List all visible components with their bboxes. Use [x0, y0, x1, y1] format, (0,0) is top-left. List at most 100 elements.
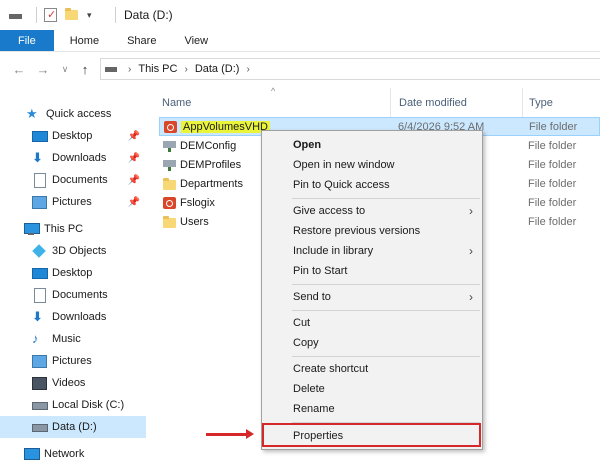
documents-icon: [32, 173, 46, 188]
sidebar-item-label: Music: [52, 333, 81, 345]
drive-icon: [105, 66, 117, 72]
menu-item-create-shortcut[interactable]: Create shortcut: [263, 359, 481, 379]
menu-item-label: Give access to: [293, 205, 366, 217]
menu-item-pin-start[interactable]: Pin to Start: [263, 261, 481, 281]
sidebar-item-network[interactable]: Network: [0, 443, 146, 465]
customize-toolbar-icon[interactable]: ▾: [87, 7, 103, 23]
sidebar-item-pictures[interactable]: Pictures: [0, 350, 146, 372]
desktop-icon: [32, 129, 48, 143]
red-arrow-icon: [206, 429, 254, 439]
column-header-name[interactable]: Name: [162, 92, 191, 114]
column-divider[interactable]: [390, 88, 391, 118]
tab-file[interactable]: File: [0, 30, 54, 51]
sidebar-item-data-d[interactable]: Data (D:): [0, 416, 146, 438]
menu-item-cut[interactable]: Cut: [263, 313, 481, 333]
sidebar-item-videos[interactable]: Videos: [0, 372, 146, 394]
menu-item-open-new-window[interactable]: Open in new window: [263, 155, 481, 175]
pin-icon: 📌: [127, 152, 140, 164]
sidebar-item-downloads-pinned[interactable]: ⬇ Downloads 📌: [0, 147, 146, 169]
menu-item-copy[interactable]: Copy: [263, 333, 481, 353]
column-divider[interactable]: [522, 88, 523, 118]
file-type: File folder: [528, 215, 577, 228]
submenu-chevron-icon: ›: [469, 244, 473, 258]
sidebar-item-desktop[interactable]: Desktop: [0, 262, 146, 284]
window-title: Data (D:): [124, 8, 173, 22]
context-menu: Open Open in new window Pin to Quick acc…: [261, 130, 483, 450]
app-volumes-folder-icon: [164, 120, 177, 133]
app-volumes-folder-icon: [163, 196, 176, 209]
sidebar-item-downloads[interactable]: ⬇ Downloads: [0, 306, 146, 328]
pictures-icon: [32, 195, 47, 209]
menu-separator: [292, 356, 480, 357]
sidebar-item-documents-pinned[interactable]: Documents 📌: [0, 169, 146, 191]
sidebar-item-desktop-pinned[interactable]: Desktop 📌: [0, 125, 146, 147]
sidebar-item-quick-access[interactable]: ★ Quick access: [0, 103, 146, 125]
drive-icon: [32, 420, 48, 434]
column-header-date-modified[interactable]: Date modified: [399, 92, 467, 114]
pictures-icon: [32, 354, 47, 368]
breadcrumb-separator-icon[interactable]: ›: [246, 64, 249, 75]
tab-share[interactable]: Share: [113, 30, 170, 51]
sidebar-item-label: Downloads: [52, 152, 107, 164]
sidebar-item-3d-objects[interactable]: 3D Objects: [0, 240, 146, 262]
menu-item-rename[interactable]: Rename: [263, 399, 481, 419]
sidebar-item-label: This PC: [44, 223, 84, 235]
tab-view[interactable]: View: [170, 30, 222, 51]
sidebar-item-label: 3D Objects: [52, 245, 107, 257]
up-arrow-icon[interactable]: ↑: [76, 60, 94, 78]
breadcrumb-this-pc[interactable]: This PC: [138, 63, 177, 75]
back-arrow-icon[interactable]: ←: [10, 60, 28, 78]
documents-icon: [32, 288, 46, 303]
menu-item-pin-quick-access[interactable]: Pin to Quick access: [263, 175, 481, 195]
toolbar-divider: [36, 7, 37, 23]
drive-icon[interactable]: [8, 8, 24, 24]
video-icon: [32, 376, 47, 390]
sidebar-item-label: Desktop: [52, 267, 93, 279]
address-bar[interactable]: › This PC › Data (D:) ›: [100, 58, 600, 80]
breadcrumb-data-d[interactable]: Data (D:): [195, 63, 240, 75]
menu-item-give-access[interactable]: Give access to ›: [263, 201, 481, 221]
sidebar-item-label: Desktop: [52, 130, 93, 142]
sidebar-item-pictures-pinned[interactable]: Pictures 📌: [0, 191, 146, 213]
recent-locations-chevron-icon[interactable]: ∨: [56, 60, 74, 78]
pin-icon: 📌: [127, 130, 140, 142]
menu-item-open[interactable]: Open: [263, 135, 481, 155]
sidebar-item-label: Documents: [52, 289, 108, 301]
folder-icon: [163, 177, 176, 190]
music-icon: ♪: [32, 331, 39, 346]
sidebar-item-label: Videos: [52, 377, 86, 389]
navigation-pane: ★ Quick access Desktop 📌 ⬇ Downloads 📌 D…: [0, 86, 146, 471]
pin-icon: 📌: [127, 174, 140, 186]
forward-arrow-icon[interactable]: →: [34, 60, 52, 78]
sidebar-item-label: Documents: [52, 174, 108, 186]
shared-folder-icon: [163, 158, 176, 171]
new-folder-icon[interactable]: [65, 7, 81, 23]
computer-icon: [24, 222, 40, 236]
menu-item-label: Send to: [293, 291, 331, 303]
menu-separator: [292, 198, 480, 199]
file-type: File folder: [528, 177, 577, 190]
breadcrumb-separator-icon[interactable]: ›: [128, 64, 131, 75]
menu-item-delete[interactable]: Delete: [263, 379, 481, 399]
sidebar-item-documents[interactable]: Documents: [0, 284, 146, 306]
menu-item-include-library[interactable]: Include in library ›: [263, 241, 481, 261]
sidebar-item-label: Local Disk (C:): [52, 399, 125, 411]
sidebar-item-local-disk-c[interactable]: Local Disk (C:): [0, 394, 146, 416]
menu-item-restore-versions[interactable]: Restore previous versions: [263, 221, 481, 241]
breadcrumb-separator-icon[interactable]: ›: [184, 64, 187, 75]
file-type: File folder: [529, 120, 578, 133]
title-bar: ✓ ▾ Data (D:): [0, 0, 600, 30]
properties-highlight-box: [262, 423, 481, 447]
properties-check-icon[interactable]: ✓: [43, 7, 59, 23]
shared-folder-icon: [163, 139, 176, 152]
ribbon-tabs: File Home Share View: [0, 30, 600, 52]
sidebar-item-this-pc[interactable]: This PC: [0, 218, 146, 240]
sidebar-item-music[interactable]: ♪ Music: [0, 328, 146, 350]
submenu-chevron-icon: ›: [469, 290, 473, 304]
tab-home[interactable]: Home: [54, 30, 113, 51]
menu-item-send-to[interactable]: Send to ›: [263, 287, 481, 307]
column-header-type[interactable]: Type: [529, 92, 553, 114]
menu-separator: [292, 284, 480, 285]
download-icon: ⬇: [32, 309, 43, 324]
file-type: File folder: [528, 196, 577, 209]
